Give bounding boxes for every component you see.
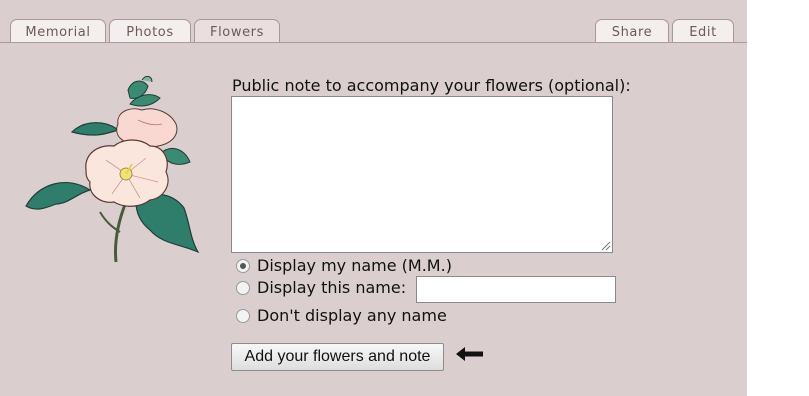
- note-label: Public note to accompany your flowers (o…: [232, 76, 631, 95]
- tab-share[interactable]: Share: [595, 19, 669, 42]
- resize-grip-icon[interactable]: [600, 240, 611, 251]
- custom-name-input[interactable]: [416, 276, 616, 303]
- arrow-left-icon: [456, 347, 483, 361]
- radio-label: Display this name:: [257, 278, 407, 297]
- add-flowers-button[interactable]: Add your flowers and note: [231, 343, 444, 371]
- tab-flowers[interactable]: Flowers: [194, 19, 280, 42]
- tab-memorial[interactable]: Memorial: [10, 19, 106, 42]
- page-panel: Memorial Photos Flowers Share Edit Publi…: [0, 0, 747, 396]
- radio-display-this-name[interactable]: [236, 281, 250, 295]
- radio-no-name[interactable]: [236, 309, 250, 323]
- radio-label: Don't display any name: [257, 306, 447, 325]
- radio-label: Display my name (M.M.): [257, 256, 452, 275]
- hibiscus-flower-illustration: [25, 75, 200, 263]
- radio-display-my-name[interactable]: [236, 259, 250, 273]
- tab-edit[interactable]: Edit: [672, 19, 734, 42]
- tab-photos[interactable]: Photos: [109, 19, 191, 42]
- note-textarea[interactable]: [231, 96, 613, 253]
